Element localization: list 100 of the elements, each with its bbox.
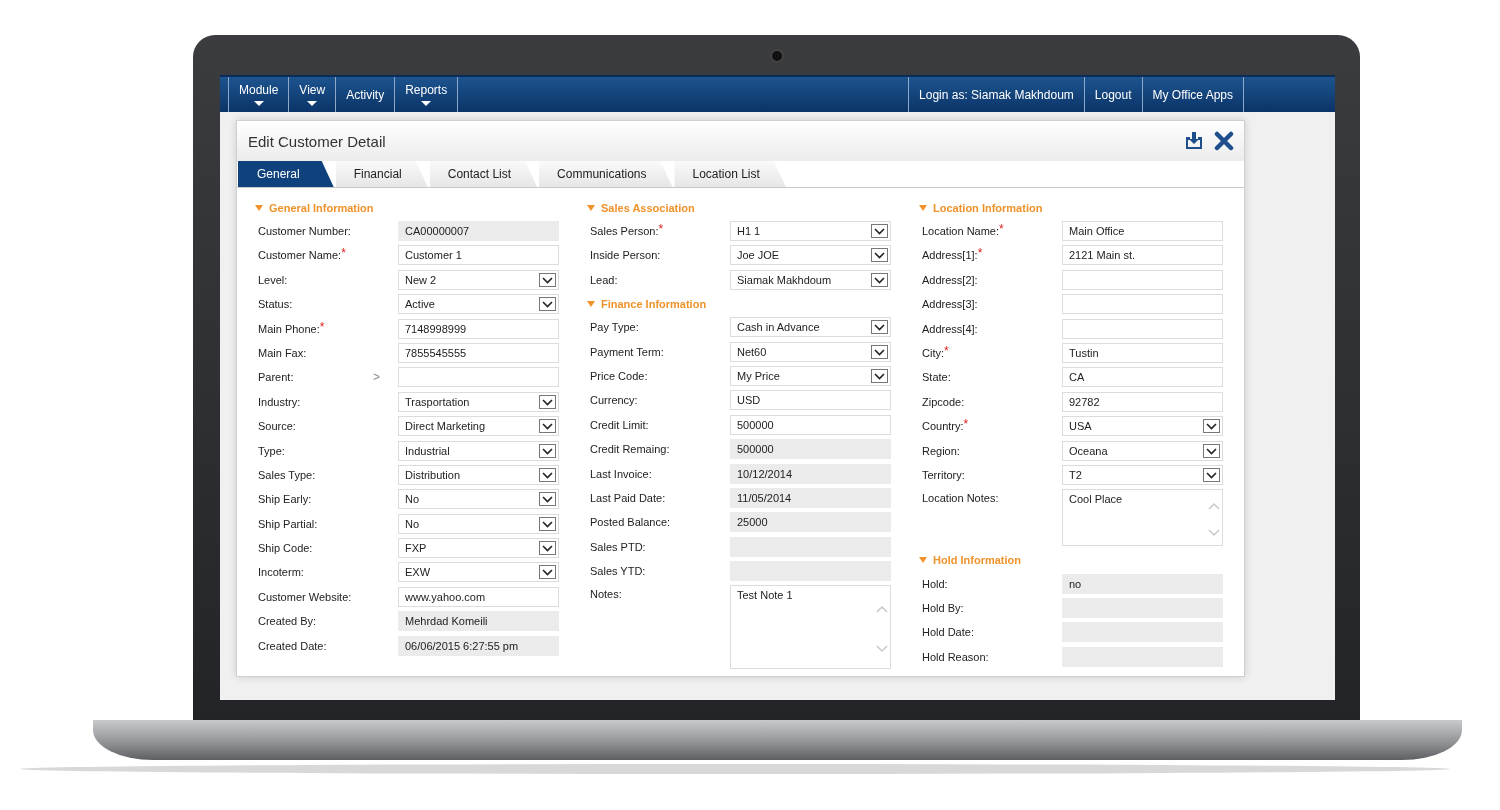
input-field[interactable]: 7148998999 [398, 318, 559, 339]
input-field[interactable] [1062, 294, 1223, 315]
tab[interactable]: Location List [674, 161, 786, 187]
dropdown-field[interactable]: Oceana [1062, 440, 1223, 461]
tab[interactable]: Financial [335, 161, 428, 187]
tab[interactable]: General [238, 161, 334, 187]
field-label: Region: [922, 444, 960, 457]
menu-item[interactable]: Activity [336, 77, 396, 112]
field-label: Parent: [258, 371, 294, 384]
dropdown-caret-icon[interactable] [307, 101, 318, 106]
dropdown-field[interactable]: Active [398, 294, 559, 315]
field-label: Hold: [922, 577, 948, 590]
dropdown-field[interactable]: H1 1 [730, 221, 891, 241]
nav-link[interactable]: My Office Apps [1142, 77, 1244, 112]
input-field[interactable]: 2121 Main st. [1062, 245, 1223, 266]
close-icon[interactable] [1214, 131, 1234, 151]
field-label: Sales YTD: [590, 565, 646, 578]
field-label: Ship Partial: [258, 517, 318, 530]
input-field[interactable]: 500000 [730, 414, 891, 435]
field-label: Address[3]: [922, 298, 978, 311]
input-field[interactable] [1062, 269, 1223, 290]
field-label: Main Phone: [258, 322, 320, 335]
field-label: Address[4]: [922, 322, 978, 335]
menu-item[interactable]: Reports [395, 77, 459, 112]
input-field[interactable]: www.yahoo.com [398, 586, 559, 607]
dropdown-field[interactable]: My Price [730, 365, 891, 386]
field-label: Location Notes: [922, 492, 999, 505]
field-label: Created By: [258, 615, 317, 628]
field-label: Address[1]: [922, 249, 978, 262]
readonly-field: 500000 [730, 439, 891, 460]
collapse-toggle-icon[interactable] [919, 204, 927, 211]
input-field[interactable]: Tustin [1062, 342, 1223, 363]
readonly-field: 11/05/2014 [730, 487, 891, 508]
field-label: Ship Code: [258, 542, 313, 555]
field-label: Incoterm: [258, 566, 304, 579]
field-label: Country: [922, 420, 964, 433]
input-field[interactable]: USD [730, 390, 891, 411]
required-mark: * [341, 246, 346, 261]
dropdown-field[interactable]: Distribution [398, 464, 559, 485]
dropdown-field[interactable]: T2 [1062, 464, 1223, 485]
section-title: Hold Information [933, 554, 1021, 567]
menu-item[interactable]: Module [228, 77, 290, 112]
dropdown-field[interactable]: Industrial [398, 440, 559, 461]
input-field[interactable]: Customer 1 [398, 245, 559, 266]
dropdown-field[interactable]: Siamak Makhdoum [730, 269, 891, 290]
dropdown-field[interactable]: Direct Marketing [398, 416, 559, 437]
dropdown-field[interactable]: Net60 [730, 341, 891, 362]
field-label: Hold By: [922, 602, 964, 615]
field-label: Territory: [922, 468, 965, 481]
section-title: Sales Association [601, 201, 695, 214]
section-title: Location Information [933, 201, 1043, 214]
save-icon[interactable] [1184, 131, 1204, 151]
collapse-toggle-icon[interactable] [587, 300, 595, 307]
input-field[interactable]: 7855545555 [398, 342, 559, 363]
readonly-field: 06/06/2015 6:27:55 pm [398, 635, 559, 656]
input-field[interactable]: CA [1062, 367, 1223, 388]
dropdown-field[interactable]: EXW [398, 562, 559, 583]
required-mark: * [319, 319, 325, 334]
required-mark: * [944, 343, 949, 358]
nav-link[interactable]: Logout [1084, 77, 1143, 112]
field-label: Created Date: [258, 639, 327, 652]
tab[interactable]: Contact List [429, 161, 538, 187]
dropdown-caret-icon[interactable] [421, 101, 432, 106]
required-mark: * [658, 222, 664, 236]
dropdown-field[interactable]: Cash in Advance [730, 317, 891, 338]
input-field[interactable]: Main Office [1062, 221, 1223, 241]
menu-item[interactable]: View [289, 77, 337, 112]
collapse-toggle-icon[interactable] [255, 204, 263, 211]
input-field[interactable]: 92782 [1062, 391, 1223, 412]
dropdown-field[interactable]: Trasportation [398, 391, 559, 412]
dropdown-caret-icon[interactable] [253, 101, 264, 106]
field-label: Posted Balance: [590, 516, 671, 529]
field-label: Main Fax: [258, 346, 307, 359]
dropdown-field[interactable]: No [398, 513, 559, 534]
dropdown-field[interactable]: USA [1062, 416, 1223, 437]
field-label: Sales Type: [258, 468, 316, 481]
required-mark: * [999, 222, 1004, 236]
collapse-toggle-icon[interactable] [587, 204, 595, 211]
input-field[interactable] [1062, 318, 1223, 339]
readonly-field: Mehrdad Komeili [398, 611, 559, 632]
field-label: Price Code: [590, 369, 648, 382]
section-title: General Information [269, 201, 374, 214]
dropdown-field[interactable]: New 2 [398, 269, 559, 290]
readonly-field: 10/12/2014 [730, 463, 891, 484]
dropdown-field[interactable]: No [398, 489, 559, 510]
section-title: Finance Information [601, 297, 707, 310]
field-label: Last Paid Date: [590, 491, 666, 504]
dropdown-field[interactable]: Joe JOE [730, 245, 891, 266]
lookup-button[interactable]: > [373, 370, 380, 385]
field-label: Customer Number: [258, 225, 351, 237]
field-label: Lead: [590, 273, 618, 286]
nav-link[interactable]: Login as: Siamak Makhdoum [908, 77, 1085, 112]
dropdown-field[interactable]: FXP [398, 538, 559, 559]
field-label: Payment Term: [590, 345, 664, 358]
lookup-field[interactable] [398, 367, 559, 388]
field-label: Credit Limit: [590, 418, 649, 431]
tab[interactable]: Communications [539, 161, 673, 187]
field-label: Type: [258, 444, 285, 457]
field-label: Last Invoice: [590, 467, 652, 480]
collapse-toggle-icon[interactable] [919, 557, 927, 564]
